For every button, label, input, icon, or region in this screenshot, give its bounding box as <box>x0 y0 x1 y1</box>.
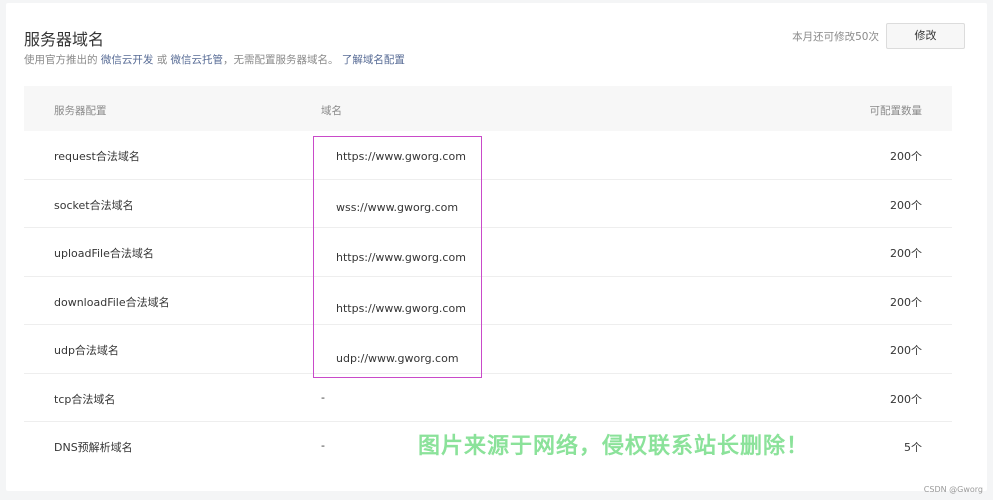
desc-prefix: 使用官方推出的 <box>24 54 98 66</box>
page-title: 服务器域名 <box>24 30 105 49</box>
server-domain-table: 服务器配置 域名 可配置数量 request合法域名 200个 socket合法… <box>24 86 952 470</box>
row-name: DNS预解析域名 <box>54 441 133 454</box>
row-name: request合法域名 <box>54 150 140 163</box>
row-name: udp合法域名 <box>54 344 119 357</box>
modify-quota-text: 本月还可修改50次 <box>792 31 879 43</box>
table-row: udp合法域名 200个 <box>24 325 952 374</box>
credit-text: CSDN @Gworg <box>923 485 983 494</box>
row-count: 200个 <box>890 344 922 357</box>
row-count: 200个 <box>890 247 922 260</box>
learn-domain-config-link[interactable]: 了解域名配置 <box>342 54 405 66</box>
header-server-config: 服务器配置 <box>54 105 107 117</box>
table-row: tcp合法域名 - 200个 <box>24 374 952 422</box>
modify-button[interactable]: 修改 <box>886 23 965 49</box>
table-row: downloadFile合法域名 200个 <box>24 277 952 325</box>
row-count: 200个 <box>890 150 922 163</box>
cloud-host-link[interactable]: 微信云托管 <box>171 54 224 66</box>
desc-or: 或 <box>156 54 168 66</box>
description: 使用官方推出的 微信云开发 或 微信云托管，无需配置服务器域名。 了解域名配置 <box>24 52 405 67</box>
table-row: request合法域名 200个 <box>24 131 952 180</box>
desc-suffix: ，无需配置服务器域名。 <box>223 54 339 66</box>
row-count: 200个 <box>890 392 922 406</box>
row-domain: - <box>321 439 325 452</box>
header-domain: 域名 <box>321 105 342 117</box>
table-row: socket合法域名 200个 <box>24 180 952 228</box>
watermark-text: 图片来源于网络，侵权联系站长删除！ <box>418 434 810 459</box>
row-domain: - <box>321 390 325 404</box>
row-name: uploadFile合法域名 <box>54 247 154 260</box>
row-count: 200个 <box>890 295 922 309</box>
cloud-dev-link[interactable]: 微信云开发 <box>101 54 154 66</box>
row-name: tcp合法域名 <box>54 392 116 406</box>
row-count: 200个 <box>890 198 922 212</box>
row-name: downloadFile合法域名 <box>54 295 170 309</box>
row-name: socket合法域名 <box>54 198 134 212</box>
table-row: uploadFile合法域名 200个 <box>24 228 952 277</box>
table-header: 服务器配置 域名 可配置数量 <box>24 86 952 131</box>
header-quota: 可配置数量 <box>869 105 923 117</box>
row-count: 5个 <box>904 441 922 454</box>
